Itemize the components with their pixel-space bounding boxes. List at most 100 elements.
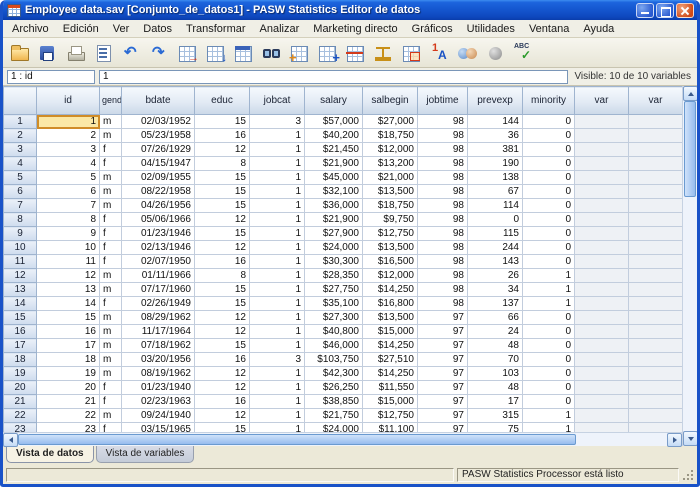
- variables-button[interactable]: [231, 40, 257, 66]
- cell-minority[interactable]: 0: [523, 255, 575, 269]
- cell-minority[interactable]: 1: [523, 423, 575, 433]
- cell-var[interactable]: [629, 395, 683, 409]
- cell-jobcat[interactable]: 1: [250, 241, 305, 255]
- cell-gender[interactable]: f: [100, 227, 122, 241]
- column-header-jobtime[interactable]: jobtime: [418, 87, 468, 115]
- tab-data-view[interactable]: Vista de datos: [6, 446, 94, 463]
- cell-salbegin[interactable]: $16,500: [363, 255, 418, 269]
- cell-gender[interactable]: f: [100, 255, 122, 269]
- cell-prevexp[interactable]: 137: [468, 297, 523, 311]
- cell-bdate[interactable]: 02/09/1955: [122, 171, 195, 185]
- cell-salary[interactable]: $27,750: [305, 283, 363, 297]
- cell-gender[interactable]: f: [100, 213, 122, 227]
- cell-educ[interactable]: 16: [195, 353, 250, 367]
- cell-id[interactable]: 9: [37, 227, 100, 241]
- cell-salbegin[interactable]: $15,000: [363, 395, 418, 409]
- cell-minority[interactable]: 1: [523, 297, 575, 311]
- cell-editor-field[interactable]: 1: [99, 70, 568, 84]
- cell-minority[interactable]: 1: [523, 283, 575, 297]
- cell-minority[interactable]: 0: [523, 395, 575, 409]
- horizontal-scrollbar[interactable]: [3, 432, 682, 446]
- cell-educ[interactable]: 8: [195, 157, 250, 171]
- cell-educ[interactable]: 12: [195, 381, 250, 395]
- cell-jobtime[interactable]: 98: [418, 255, 468, 269]
- vertical-scroll-thumb[interactable]: [684, 101, 696, 197]
- cell-educ[interactable]: 16: [195, 129, 250, 143]
- cell-jobcat[interactable]: 1: [250, 143, 305, 157]
- cell-jobcat[interactable]: 1: [250, 185, 305, 199]
- cell-salary[interactable]: $26,250: [305, 381, 363, 395]
- cell-minority[interactable]: 0: [523, 129, 575, 143]
- cell-jobcat[interactable]: 3: [250, 115, 305, 129]
- cell-prevexp[interactable]: 114: [468, 199, 523, 213]
- row-header[interactable]: 8: [4, 213, 37, 227]
- cell-prevexp[interactable]: 381: [468, 143, 523, 157]
- cell-salary[interactable]: $21,450: [305, 143, 363, 157]
- cell-minority[interactable]: 0: [523, 157, 575, 171]
- cell-id[interactable]: 2: [37, 129, 100, 143]
- cell-salary[interactable]: $38,850: [305, 395, 363, 409]
- show-all-variables-button[interactable]: [483, 40, 509, 66]
- cell-jobcat[interactable]: 1: [250, 381, 305, 395]
- cell-id[interactable]: 22: [37, 409, 100, 423]
- menu-analizar[interactable]: Analizar: [253, 22, 307, 36]
- cell-bdate[interactable]: 08/19/1962: [122, 367, 195, 381]
- cell-prevexp[interactable]: 115: [468, 227, 523, 241]
- cell-salbegin[interactable]: $13,500: [363, 185, 418, 199]
- scroll-down-button[interactable]: [683, 431, 698, 446]
- cell-educ[interactable]: 12: [195, 213, 250, 227]
- cell-id[interactable]: 19: [37, 367, 100, 381]
- cell-bdate[interactable]: 05/23/1958: [122, 129, 195, 143]
- cell-jobcat[interactable]: 1: [250, 199, 305, 213]
- cell-var[interactable]: [629, 185, 683, 199]
- cell-var[interactable]: [575, 297, 629, 311]
- row-header[interactable]: 16: [4, 325, 37, 339]
- cell-salary[interactable]: $24,000: [305, 423, 363, 433]
- redo-button[interactable]: [147, 40, 173, 66]
- cell-jobtime[interactable]: 97: [418, 353, 468, 367]
- cell-educ[interactable]: 12: [195, 409, 250, 423]
- cell-salbegin[interactable]: $14,250: [363, 283, 418, 297]
- cell-id[interactable]: 12: [37, 269, 100, 283]
- cell-jobtime[interactable]: 98: [418, 241, 468, 255]
- scroll-left-button[interactable]: [3, 433, 18, 447]
- cell-gender[interactable]: f: [100, 157, 122, 171]
- save-button[interactable]: [35, 40, 61, 66]
- cell-var[interactable]: [575, 395, 629, 409]
- cell-salary[interactable]: $24,000: [305, 241, 363, 255]
- row-header[interactable]: 22: [4, 409, 37, 423]
- cell-bdate[interactable]: 11/17/1964: [122, 325, 195, 339]
- row-header[interactable]: 11: [4, 255, 37, 269]
- row-header[interactable]: 6: [4, 185, 37, 199]
- vertical-scroll-track[interactable]: [683, 101, 697, 431]
- cell-educ[interactable]: 12: [195, 241, 250, 255]
- cell-gender[interactable]: m: [100, 339, 122, 353]
- insert-variable-button[interactable]: [315, 40, 341, 66]
- row-header[interactable]: 14: [4, 297, 37, 311]
- cell-gender[interactable]: m: [100, 199, 122, 213]
- cell-id[interactable]: 13: [37, 283, 100, 297]
- cell-salbegin[interactable]: $11,100: [363, 423, 418, 433]
- cell-var[interactable]: [629, 115, 683, 129]
- cell-gender[interactable]: m: [100, 171, 122, 185]
- cell-bdate[interactable]: 07/26/1929: [122, 143, 195, 157]
- row-header[interactable]: 5: [4, 171, 37, 185]
- cell-var[interactable]: [575, 227, 629, 241]
- cell-prevexp[interactable]: 143: [468, 255, 523, 269]
- cell-minority[interactable]: 1: [523, 409, 575, 423]
- cell-salbegin[interactable]: $12,000: [363, 269, 418, 283]
- cell-gender[interactable]: m: [100, 185, 122, 199]
- menu-marketing-directo[interactable]: Marketing directo: [306, 22, 404, 36]
- cell-jobtime[interactable]: 98: [418, 129, 468, 143]
- cell-id[interactable]: 1: [37, 115, 100, 129]
- row-header[interactable]: 7: [4, 199, 37, 213]
- cell-jobcat[interactable]: 1: [250, 409, 305, 423]
- cell-jobtime[interactable]: 97: [418, 409, 468, 423]
- cell-bdate[interactable]: 02/23/1963: [122, 395, 195, 409]
- cell-prevexp[interactable]: 17: [468, 395, 523, 409]
- cell-prevexp[interactable]: 67: [468, 185, 523, 199]
- cell-var[interactable]: [575, 423, 629, 433]
- row-header[interactable]: 23: [4, 423, 37, 433]
- cell-jobtime[interactable]: 98: [418, 269, 468, 283]
- horizontal-scroll-thumb[interactable]: [18, 434, 576, 445]
